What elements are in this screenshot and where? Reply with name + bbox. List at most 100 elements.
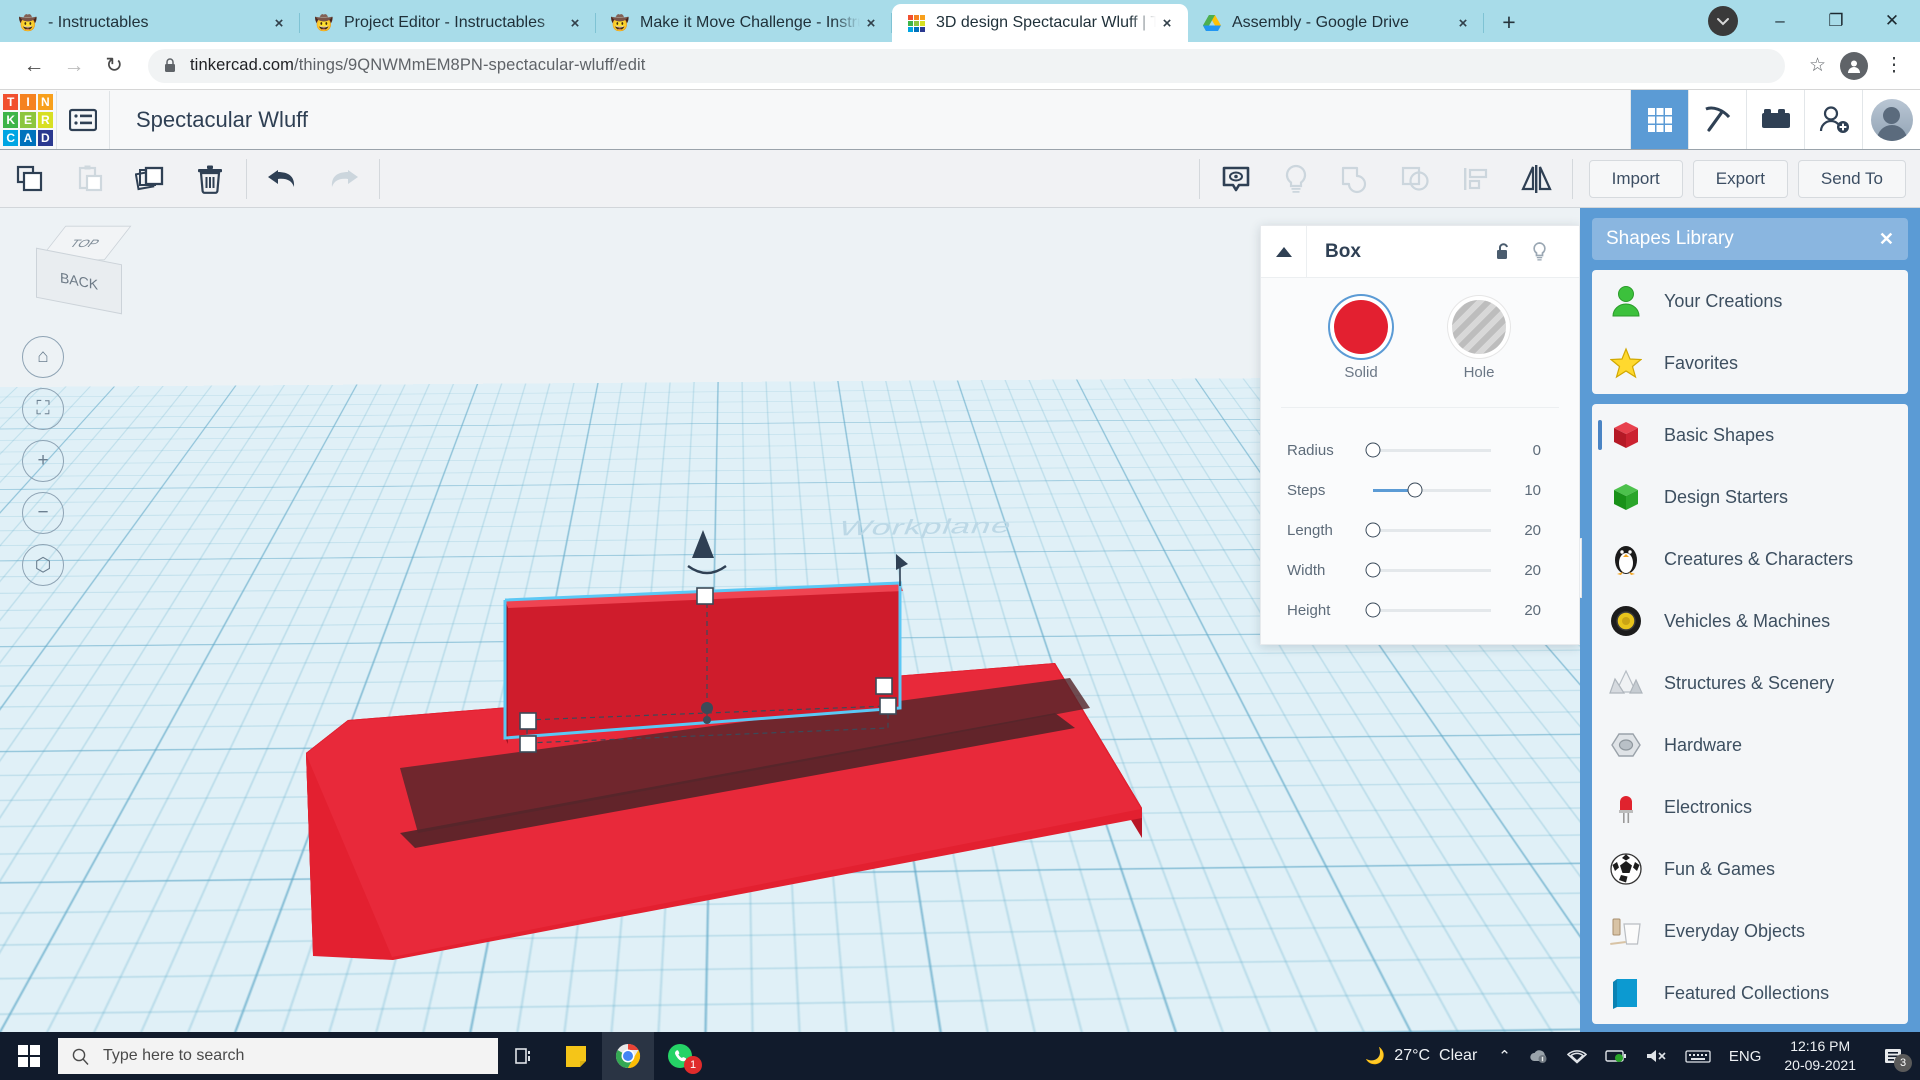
view-cube[interactable]: TOP BACK [30,222,140,322]
zoom-out-button[interactable]: − [22,492,64,534]
close-icon[interactable]: × [1156,12,1178,34]
property-value[interactable]: 20 [1507,522,1541,539]
steps-slider[interactable] [1373,489,1491,492]
taskbar-clock[interactable]: 12:16 PM 20-09-2021 [1770,1037,1870,1075]
sidebar-item-creatures-characters[interactable]: Creatures & Characters [1592,528,1908,590]
weather-widget[interactable]: 🌙 27°C Clear [1365,1046,1489,1066]
reload-button[interactable]: ↻ [94,46,134,86]
sidebar-item-basic-shapes[interactable]: Basic Shapes [1592,404,1908,466]
close-icon[interactable]: × [564,12,586,34]
property-value[interactable]: 0 [1507,442,1541,459]
whatsapp-taskbar-icon[interactable]: 1 [654,1032,706,1080]
property-value[interactable]: 20 [1507,602,1541,619]
property-value[interactable]: 20 [1507,562,1541,579]
volume-muted-icon[interactable] [1636,1048,1676,1064]
length-slider[interactable] [1373,529,1491,532]
collapse-inspector-button[interactable] [1261,226,1307,277]
hole-pattern-swatch[interactable] [1452,300,1506,354]
browser-tab-3[interactable]: 3D design Spectacular Wluff | Tin × [892,4,1188,42]
tray-expand-chevron-icon[interactable]: ⌃ [1489,1047,1520,1065]
copy-button[interactable] [0,150,60,207]
mirror-button[interactable] [1506,150,1566,207]
language-indicator[interactable]: ENG [1720,1048,1771,1065]
send-to-button[interactable]: Send To [1798,160,1906,198]
light-bulb-button[interactable] [1266,150,1326,207]
show-hide-eye-button[interactable] [1206,150,1266,207]
browser-account-avatar[interactable] [1840,52,1868,80]
height-slider[interactable] [1373,609,1491,612]
sidebar-item-vehicles-machines[interactable]: Vehicles & Machines [1592,590,1908,652]
export-button[interactable]: Export [1693,160,1788,198]
browser-profile-chip[interactable] [1708,6,1738,36]
align-button[interactable] [1446,150,1506,207]
close-icon[interactable]: × [860,12,882,34]
radius-slider[interactable] [1373,449,1491,452]
sidebar-item-fun-games[interactable]: Fun & Games [1592,838,1908,900]
solid-option[interactable]: Solid [1334,300,1388,381]
fit-to-view-button[interactable]: ⛶ [22,388,64,430]
import-button[interactable]: Import [1589,160,1683,198]
grid-view-icon[interactable] [1630,90,1688,149]
browser-tab-1[interactable]: 🤠 Project Editor - Instructables × [300,4,596,42]
minimize-window-button[interactable]: – [1752,0,1808,42]
maximize-window-button[interactable]: ❐ [1808,0,1864,42]
hole-option[interactable]: Hole [1452,300,1506,381]
close-icon[interactable]: × [1452,12,1474,34]
onedrive-icon[interactable] [1520,1049,1558,1064]
address-bar[interactable]: tinkercad.com/things/9QNWMmEM8PN-spectac… [148,49,1785,83]
solid-color-swatch[interactable] [1334,300,1388,354]
undo-button[interactable] [253,150,313,207]
invite-user-icon[interactable] [1804,90,1862,149]
sticky-notes-taskbar-icon[interactable] [550,1032,602,1080]
notification-center-button[interactable]: 3 [1870,1032,1916,1080]
browser-tab-0[interactable]: 🤠 - Instructables × [4,4,300,42]
close-icon[interactable]: × [268,12,290,34]
orthographic-toggle-button[interactable]: ⬡ [22,544,64,586]
new-tab-button[interactable]: + [1492,5,1526,39]
light-bulb-icon[interactable] [1531,241,1567,262]
browser-tab-4[interactable]: Assembly - Google Drive × [1188,4,1484,42]
designs-list-button[interactable] [56,91,110,149]
sidebar-item-your-creations[interactable]: Your Creations [1592,270,1908,332]
browser-menu-button[interactable]: ⋮ [1882,54,1906,77]
zoom-in-button[interactable]: + [22,440,64,482]
keyboard-icon[interactable] [1676,1049,1720,1064]
forward-button[interactable]: → [54,46,94,86]
close-icon[interactable]: ✕ [1879,229,1894,250]
property-value[interactable]: 10 [1507,482,1541,499]
logo-tile-t: T [3,94,18,110]
sidebar-item-electronics[interactable]: Electronics [1592,776,1908,838]
duplicate-button[interactable] [120,150,180,207]
collapse-library-handle[interactable]: ❯ [1580,538,1582,598]
sidebar-item-everyday-objects[interactable]: Everyday Objects [1592,900,1908,962]
redo-button[interactable] [313,150,373,207]
sidebar-item-favorites[interactable]: Favorites [1592,332,1908,394]
browser-tab-2[interactable]: 🤠 Make it Move Challenge - Instruc × [596,4,892,42]
codeblocks-pickaxe-icon[interactable] [1688,90,1746,149]
page-title[interactable]: Spectacular Wluff [136,107,308,133]
avatar[interactable] [1862,90,1920,149]
width-slider[interactable] [1373,569,1491,572]
tinkercad-logo-icon[interactable]: T I N K E R C A D [0,91,56,149]
close-window-button[interactable]: ✕ [1864,0,1920,42]
sidebar-item-featured-collections[interactable]: Featured Collections [1592,962,1908,1024]
search-input[interactable]: Type here to search [58,1038,498,1074]
task-view-icon[interactable] [498,1032,550,1080]
unlock-icon[interactable] [1495,242,1531,262]
battery-icon[interactable] [1596,1049,1636,1063]
sidebar-item-design-starters[interactable]: Design Starters [1592,466,1908,528]
home-view-button[interactable]: ⌂ [22,336,64,378]
chrome-taskbar-icon[interactable] [602,1032,654,1080]
wifi-icon[interactable] [1558,1049,1596,1064]
back-button[interactable]: ← [14,46,54,86]
windows-start-icon[interactable] [0,1032,58,1080]
sidebar-item-structures-scenery[interactable]: Structures & Scenery [1592,652,1908,714]
view-cube-front-face[interactable]: BACK [36,248,122,315]
sidebar-item-hardware[interactable]: Hardware [1592,714,1908,776]
ungroup-button[interactable] [1386,150,1446,207]
group-button[interactable] [1326,150,1386,207]
blocks-brick-icon[interactable] [1746,90,1804,149]
paste-button[interactable] [60,150,120,207]
delete-button[interactable] [180,150,240,207]
bookmark-star-icon[interactable]: ☆ [1809,54,1826,77]
